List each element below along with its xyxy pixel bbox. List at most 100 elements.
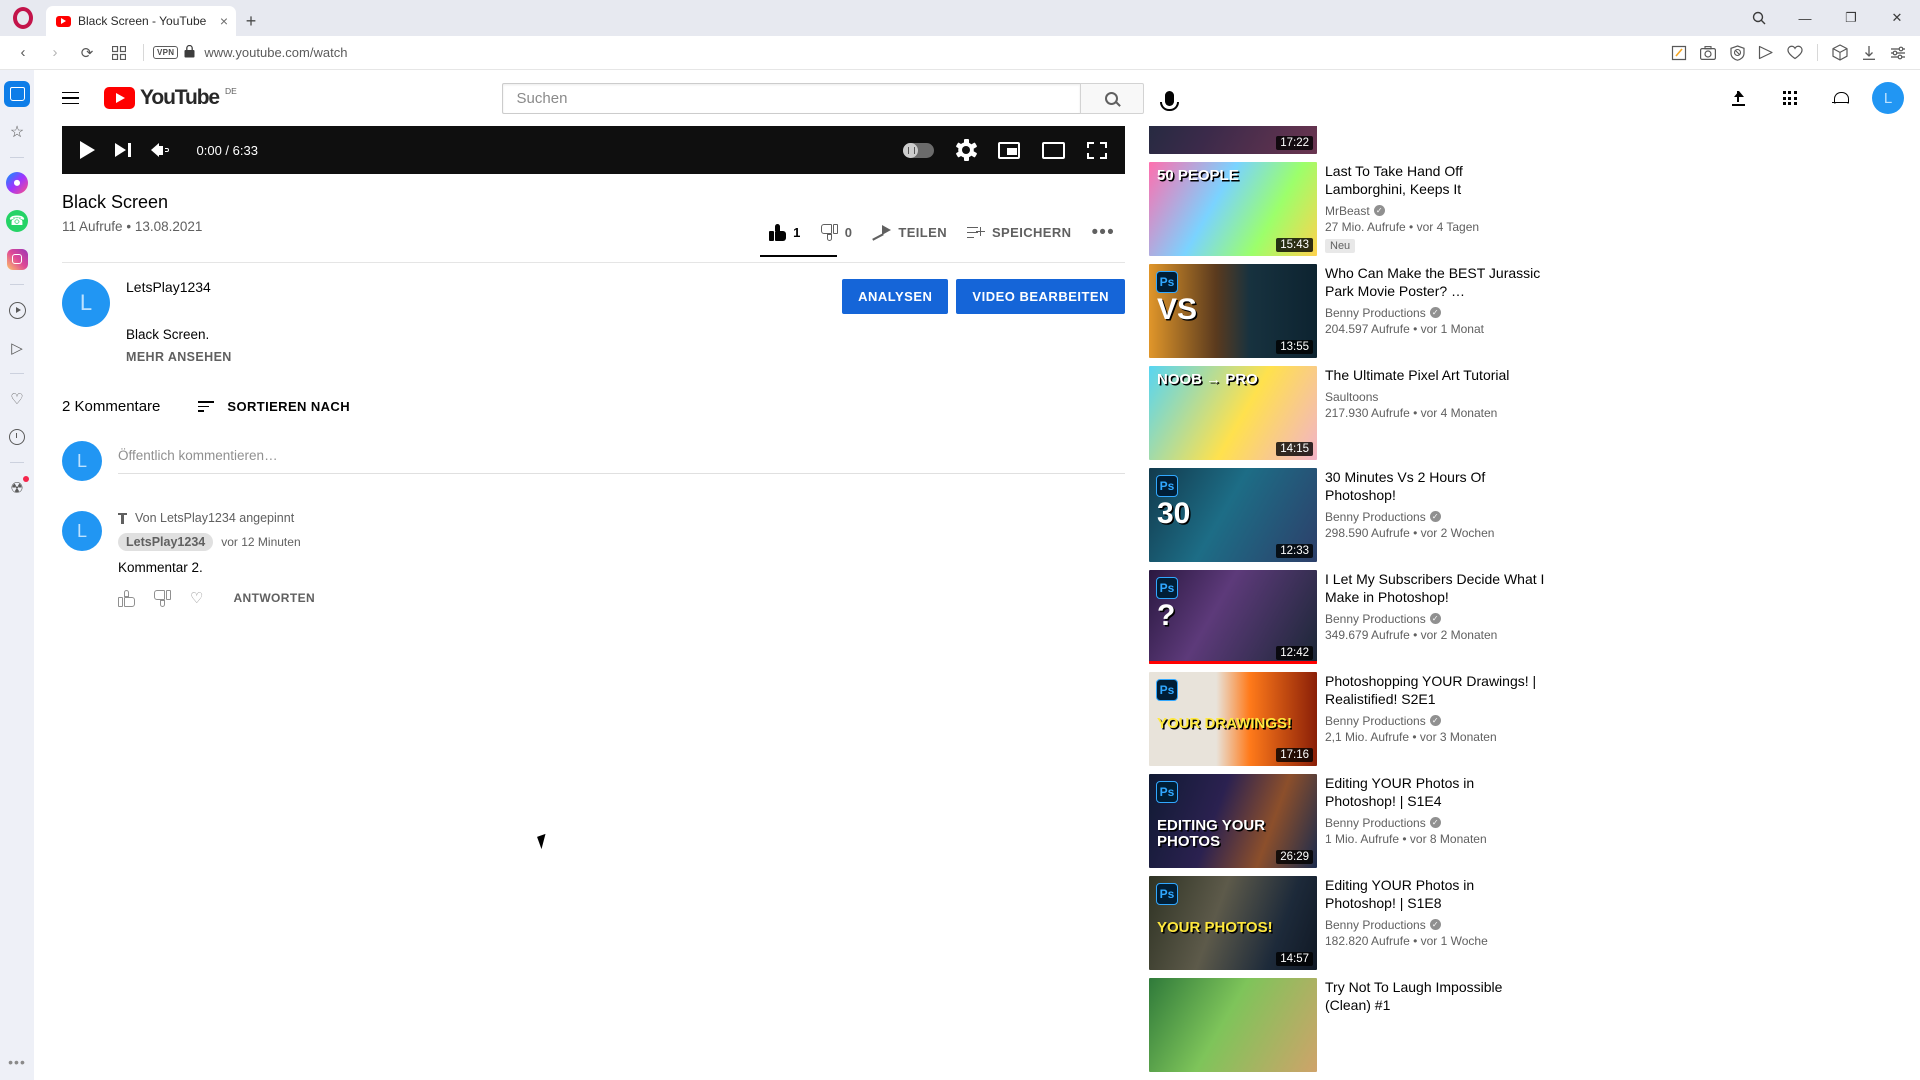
channel-name[interactable]: Benny Productions ✓ [1325,714,1545,728]
browser-tab[interactable]: Black Screen - YouTube × [46,6,236,36]
notifications-button[interactable] [1821,78,1861,118]
more-actions-button[interactable]: ••• [1081,222,1125,244]
video-thumbnail[interactable]: Ps VS 13:55 [1149,264,1317,358]
cube-icon[interactable] [1826,39,1854,67]
video-title[interactable]: I Let My Subscribers Decide What I Make … [1325,571,1545,607]
sidebar-item-messenger[interactable]: ⏺ [4,170,30,196]
channel-name[interactable]: Benny Productions ✓ [1325,918,1545,932]
edit-video-button[interactable]: VIDEO BEARBEITEN [956,279,1125,314]
video-thumbnail[interactable]: YOUR PHOTOS!17:22 [1149,126,1317,154]
video-title[interactable]: The Ultimate Pixel Art Tutorial [1325,367,1545,385]
video-thumbnail[interactable]: 50 PEOPLE 15:43 [1149,162,1317,256]
sidebar-item-flow[interactable]: ☢ [4,475,30,501]
related-video-item[interactable]: NOOB → PRO 14:15 The Ultimate Pixel Art Tu… [1149,366,1545,460]
video-title[interactable]: Photoshopping YOUR Drawings! | Realistif… [1325,673,1545,709]
video-title[interactable]: Editing YOUR Photos in Photoshop! | S1E4 [1325,775,1545,811]
reply-button[interactable]: ANTWORTEN [233,591,315,605]
sidebar-item-favorites[interactable]: ♡ [4,386,30,412]
maximize-button[interactable]: ❐ [1828,0,1874,36]
related-video-item[interactable]: YOUR PHOTOS!17:22 Benny Productions✓1,1 M… [1149,126,1545,154]
youtube-logo[interactable]: YouTube DE [104,86,237,109]
related-video-item[interactable]: Try Not To Laugh Impossible (Clean) #1 [1149,978,1545,1072]
video-title[interactable]: Try Not To Laugh Impossible (Clean) #1 [1325,979,1545,1015]
easy-setup-icon[interactable] [1884,39,1912,67]
sidebar-item-home[interactable] [4,81,30,107]
theater-mode-button[interactable] [1042,141,1065,159]
video-title[interactable]: Who Can Make the BEST Jurassic Park Movi… [1325,265,1545,301]
analytics-button[interactable]: ANALYSEN [842,279,949,314]
comment-author[interactable]: LetsPlay1234 [118,533,214,551]
miniplayer-button[interactable] [998,141,1020,159]
share-button[interactable]: TEILEN [862,218,957,248]
snapshot-icon[interactable] [1665,39,1693,67]
close-tab-icon[interactable]: × [220,14,228,28]
comment-heart-icon[interactable]: ♡ [190,589,203,607]
sort-comments-button[interactable]: SORTIEREN NACH [198,399,350,414]
channel-name[interactable]: MrBeast ✓ [1325,204,1545,218]
save-button[interactable]: SPEICHERN [957,218,1081,247]
video-thumbnail[interactable]: Ps EDITING YOUR PHOTOS 26:29 [1149,774,1317,868]
search-input[interactable] [516,89,1080,107]
sidebar-item-whatsapp[interactable]: ☎ [4,208,30,234]
sidebar-item-history[interactable] [4,424,30,450]
player-icon[interactable] [1752,39,1780,67]
channel-name[interactable]: Benny Productions ✓ [1325,816,1545,830]
like-button[interactable]: 1 [759,217,838,257]
download-icon[interactable] [1855,39,1883,67]
channel-avatar[interactable]: L [62,279,110,327]
channel-name[interactable]: Benny Productions ✓ [1325,306,1545,320]
comment-avatar[interactable]: L [62,511,102,551]
related-video-item[interactable]: Ps YOUR PHOTOS! 14:57 Editing YOUR Photos i… [1149,876,1545,970]
forward-button[interactable]: › [40,39,70,67]
account-avatar[interactable]: L [1871,82,1904,114]
related-video-item[interactable]: Ps YOUR DRAWINGS! 17:16 Photoshopping YOUR … [1149,672,1545,766]
next-video-button[interactable] [115,143,131,157]
video-thumbnail[interactable]: NOOB → PRO 14:15 [1149,366,1317,460]
guide-menu-button[interactable] [50,78,90,118]
minimize-button[interactable]: — [1782,0,1828,36]
sidebar-more-button[interactable]: ••• [8,1054,26,1070]
video-thumbnail[interactable] [1149,978,1317,1072]
dislike-button[interactable]: 0 [811,217,863,248]
comment-dislike-icon[interactable] [154,589,171,607]
voice-search-button[interactable] [1150,78,1190,118]
video-thumbnail[interactable]: Ps 30 12:33 [1149,468,1317,562]
window-search-icon[interactable] [1736,0,1782,36]
search-box[interactable] [501,82,1080,114]
new-tab-button[interactable]: + [236,6,266,36]
video-thumbnail[interactable]: Ps YOUR DRAWINGS! 17:16 [1149,672,1317,766]
settings-button[interactable] [955,139,977,161]
address-bar[interactable]: www.youtube.com/watch [204,45,347,60]
comment-like-icon[interactable] [118,589,135,607]
sidebar-item-instagram[interactable] [4,246,30,272]
video-title[interactable]: 30 Minutes Vs 2 Hours Of Photoshop! [1325,469,1545,505]
apps-button[interactable] [1770,78,1810,118]
camera-icon[interactable] [1694,39,1722,67]
video-thumbnail[interactable]: Ps? 12:42 [1149,570,1317,664]
channel-name[interactable]: Benny Productions ✓ [1325,612,1545,626]
tab-overview-icon[interactable] [104,39,134,67]
fullscreen-button[interactable] [1087,141,1107,159]
adblock-icon[interactable] [1723,39,1751,67]
heart-icon[interactable] [1781,39,1809,67]
related-video-item[interactable]: Ps? 12:42 I Let My Subscribers Decide What… [1149,570,1545,664]
video-title[interactable]: Editing YOUR Photos in Photoshop! | S1E8 [1325,877,1545,913]
play-button[interactable] [80,141,95,159]
sidebar-item-telegram[interactable]: ▷ [4,335,30,361]
show-more-button[interactable]: MEHR ANSEHEN [126,350,842,364]
sidebar-item-player[interactable] [4,297,30,323]
channel-name[interactable]: Saultoons [1325,390,1545,404]
back-button[interactable]: ‹ [8,39,38,67]
reload-button[interactable]: ⟳ [72,39,102,67]
related-video-item[interactable]: Ps VS 13:55 Who Can Make the BEST Jurassic … [1149,264,1545,358]
volume-button[interactable] [150,143,169,157]
autoplay-toggle[interactable] [903,142,934,158]
related-video-item[interactable]: 50 PEOPLE 15:43 Last To Take Hand Off Lamb… [1149,162,1545,256]
sidebar-item-speed-dial[interactable]: ☆ [4,119,30,145]
channel-name[interactable]: Benny Productions ✓ [1325,510,1545,524]
close-window-button[interactable]: ✕ [1874,0,1920,36]
comment-input[interactable]: Öffentlich kommentieren… [118,448,1125,474]
video-thumbnail[interactable]: Ps YOUR PHOTOS! 14:57 [1149,876,1317,970]
related-video-item[interactable]: Ps 30 12:33 30 Minutes Vs 2 Hours Of Photos… [1149,468,1545,562]
create-video-button[interactable] [1719,78,1759,118]
